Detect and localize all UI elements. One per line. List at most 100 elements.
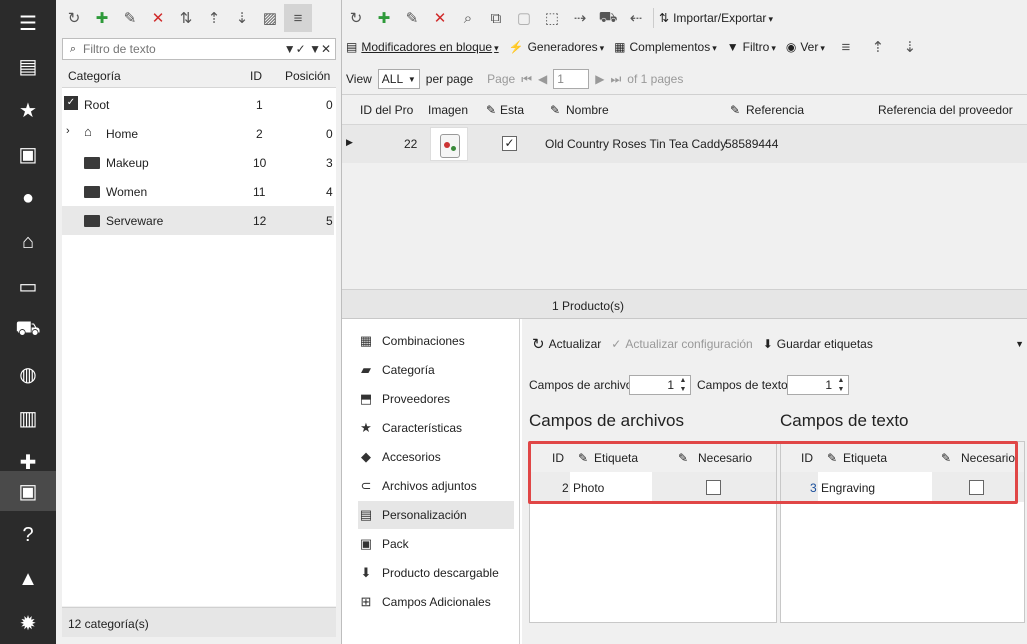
delete-icon[interactable]: ✕: [144, 4, 172, 32]
col-status[interactable]: Esta: [500, 103, 524, 117]
nav-customization[interactable]: ▤ Personalización: [358, 501, 514, 529]
delete-icon[interactable]: ✕: [426, 4, 454, 32]
import-export-icon: ⇅: [659, 11, 670, 25]
chart-icon[interactable]: ▥: [0, 398, 56, 438]
text-size-icon[interactable]: ≡: [835, 33, 857, 61]
chevron-right-icon[interactable]: ›: [66, 125, 70, 137]
next-page-icon[interactable]: ▶: [595, 72, 604, 86]
save-labels-button[interactable]: ⬇ Guardar etiquetas: [763, 337, 873, 351]
chevron-down-icon[interactable]: ▼: [1015, 339, 1024, 349]
nav-combinations[interactable]: ▦ Combinaciones: [358, 327, 514, 355]
addons-icon: ▦: [614, 40, 626, 54]
text-fields-stepper[interactable]: 1 ▲ ▼: [787, 375, 849, 395]
nav-suppliers[interactable]: ⬒ Proveedores: [358, 385, 514, 413]
bulk-modifiers-button[interactable]: ▤ Modificadores en bloque: [346, 40, 499, 54]
inbox-icon[interactable]: ▣: [0, 134, 56, 174]
highlight-box: [528, 441, 1018, 504]
folder-check-icon: ▰: [361, 362, 371, 377]
filter-apply-icon[interactable]: ▼✓ ▼✕: [284, 42, 335, 56]
edit-icon[interactable]: ✎: [116, 4, 144, 32]
copy-icon[interactable]: ⧉: [482, 4, 510, 32]
table-row[interactable]: ▶ 22 ✓ Old Country Roses Tin Tea Caddy 5…: [342, 125, 1027, 163]
download-icon: ⬇: [360, 565, 372, 580]
box-icon[interactable]: ▣: [0, 471, 56, 511]
add-icon[interactable]: ✚: [88, 4, 116, 32]
assign-icon[interactable]: ⇢: [566, 4, 594, 32]
refresh-button[interactable]: ↻ Actualizar: [532, 335, 601, 353]
nav-label: Producto descargable: [382, 566, 499, 580]
filter-label: Filtro: [743, 40, 776, 54]
col-category[interactable]: Categoría: [68, 69, 121, 83]
import-export-button[interactable]: ⇅ Importar/Exportar: [657, 11, 773, 25]
move-down-icon[interactable]: ⇣: [899, 33, 921, 61]
select-icon[interactable]: ⬚: [538, 4, 566, 32]
truck-icon[interactable]: ⛟: [594, 4, 622, 32]
star-icon[interactable]: ★: [0, 90, 56, 130]
add-icon[interactable]: ✚: [370, 4, 398, 32]
help-icon[interactable]: ?: [0, 515, 56, 555]
generators-button[interactable]: ⚡ Generadores: [509, 40, 605, 54]
move-up-icon[interactable]: ⇡: [200, 4, 228, 32]
nav-attachments[interactable]: ⊂ Archivos adjuntos: [358, 472, 514, 500]
tree-position: 5: [326, 214, 333, 228]
nav-category[interactable]: ▰ Categoría: [358, 356, 514, 384]
nav-extra-fields[interactable]: ⊞ Campos Adicionales: [358, 588, 514, 616]
text-filter-input[interactable]: [83, 42, 283, 56]
page-input[interactable]: 1: [553, 69, 590, 89]
refresh-icon[interactable]: ↻: [342, 4, 370, 32]
move-up-icon[interactable]: ⇡: [867, 33, 889, 61]
col-reference[interactable]: Referencia: [746, 103, 804, 117]
customization-panel: ↻ Actualizar ✓ Actualizar configuración ⬇ G…: [522, 319, 1027, 644]
settings-icon[interactable]: ✹: [0, 603, 56, 643]
col-supplier-ref[interactable]: Referencia del proveedor: [878, 103, 1013, 117]
tree-row-home[interactable]: › ⌂ Home 2 0: [62, 119, 334, 148]
col-image[interactable]: Imagen: [428, 103, 468, 117]
row-expand-icon[interactable]: ▶: [346, 137, 353, 148]
page-size-select[interactable]: ALL ▼: [377, 69, 420, 89]
funnel-icon: ▼: [726, 40, 739, 54]
filter-toggle-icon[interactable]: ≡: [284, 4, 312, 32]
file-fields-stepper[interactable]: 1 ▲ ▼: [629, 375, 691, 395]
nav-features[interactable]: ★ Características: [358, 414, 514, 442]
search-icon[interactable]: ⌕: [454, 4, 482, 32]
tree-row-women[interactable]: Women 11 4: [62, 177, 334, 206]
user-icon[interactable]: ●: [0, 178, 56, 218]
refresh-icon[interactable]: ↻: [60, 4, 88, 32]
filter-button[interactable]: ▼ Filtro: [727, 40, 776, 54]
last-page-icon[interactable]: ⏭: [610, 72, 621, 87]
nav-downloadable[interactable]: ⬇ Producto descargable: [358, 559, 514, 587]
tree-row-root[interactable]: ✓ Root 1 0: [62, 90, 334, 119]
image-icon[interactable]: ▨: [256, 4, 284, 32]
unassign-icon[interactable]: ⇠: [622, 4, 650, 32]
prev-page-icon[interactable]: ◀: [538, 72, 547, 86]
stepper-arrows-icon[interactable]: ▲ ▼: [677, 376, 689, 394]
nav-accessories[interactable]: ◆ Accesorios: [358, 443, 514, 471]
tree-row-serveware[interactable]: Serveware 12 5: [62, 206, 334, 235]
truck-icon[interactable]: ⛟: [0, 310, 56, 350]
tree-id: 12: [253, 214, 267, 228]
category-grid-header: Categoría ID Posición: [62, 64, 336, 88]
status-checkbox[interactable]: ✓: [502, 136, 517, 151]
stepper-arrows-icon[interactable]: ▲ ▼: [835, 376, 847, 394]
lock-icon[interactable]: ▲: [0, 559, 56, 599]
addons-button[interactable]: ▦ Complementos: [614, 40, 717, 54]
menu-icon[interactable]: ☰: [0, 3, 56, 43]
message-icon[interactable]: ▭: [0, 266, 56, 306]
col-position[interactable]: Posición: [285, 69, 330, 83]
col-product-id[interactable]: ID del Pro: [360, 103, 413, 117]
basket-icon[interactable]: ⌂: [0, 222, 56, 262]
bulk-icon: ▤: [346, 40, 358, 54]
nav-pack[interactable]: ▣ Pack: [358, 530, 514, 558]
add-fields-icon: ⊞: [360, 594, 372, 609]
globe-icon[interactable]: ◍: [0, 354, 56, 394]
first-page-icon[interactable]: ⏮: [521, 72, 532, 87]
col-id[interactable]: ID: [250, 69, 262, 83]
tree-row-makeup[interactable]: Makeup 10 3: [62, 148, 334, 177]
view-button[interactable]: ◉ Ver: [786, 40, 825, 54]
edit-icon[interactable]: ✎: [398, 4, 426, 32]
col-name[interactable]: Nombre: [566, 103, 609, 117]
sort-icon[interactable]: ⇅: [172, 4, 200, 32]
move-down-icon[interactable]: ⇣: [228, 4, 256, 32]
store-icon[interactable]: ▤: [0, 46, 56, 86]
gem-icon: ◆: [361, 449, 371, 464]
